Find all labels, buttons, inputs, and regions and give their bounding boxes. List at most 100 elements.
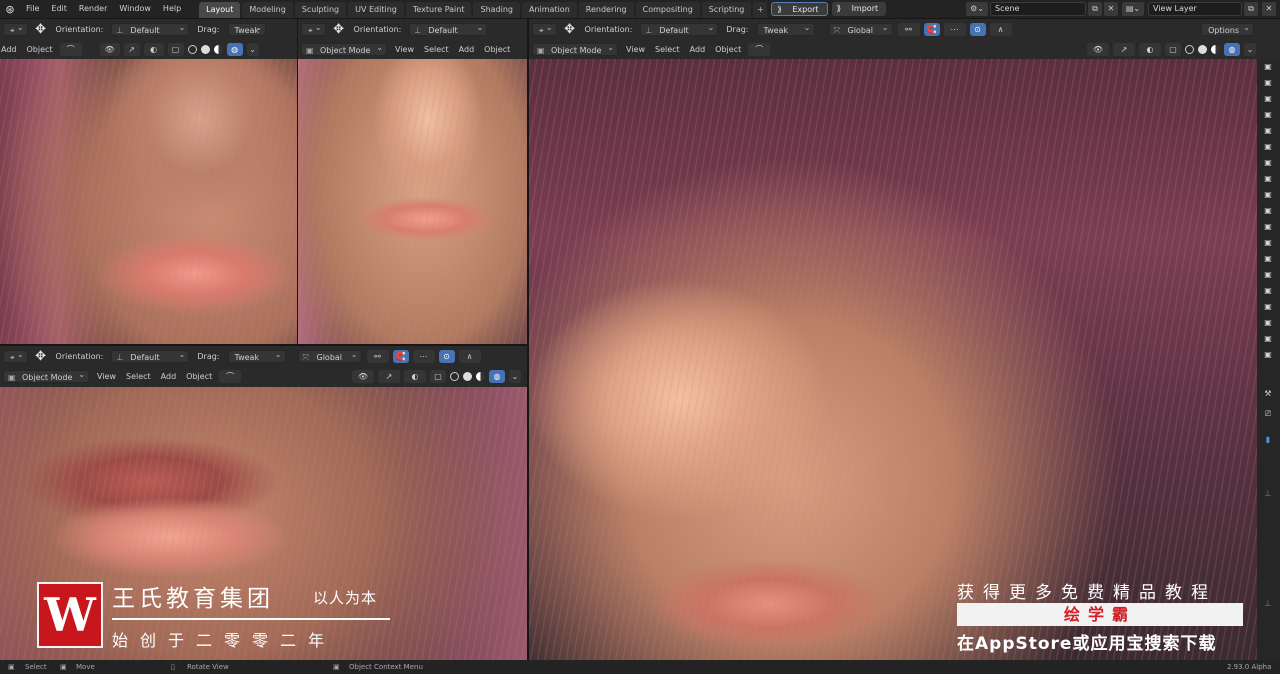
viewport-right-main[interactable] [529, 59, 1257, 660]
tl-drag-dropdown[interactable]: Tweak [227, 21, 267, 36]
tl-wireframe-icon[interactable] [187, 44, 197, 54]
camera-icon[interactable]: ▣ [1262, 158, 1274, 168]
tl-move-tool-icon[interactable]: ✥ [31, 22, 51, 37]
tab-layout[interactable]: Layout [199, 2, 241, 18]
camera-icon[interactable]: ▣ [1262, 206, 1274, 216]
tl-tool-select-icon[interactable]: ⌖ [3, 21, 28, 36]
tab-modeling[interactable]: Modeling [242, 2, 293, 18]
camera-icon[interactable]: ▣ [1262, 78, 1274, 88]
rv-proportional-edit-icon[interactable]: ⊙ [969, 22, 986, 36]
tc-object-menu[interactable]: Object [484, 45, 510, 54]
rv-view-menu[interactable]: View [626, 45, 645, 54]
delete-scene-icon[interactable]: ✕ [1104, 2, 1118, 16]
bl-xray-icon[interactable]: ▢ [430, 370, 446, 383]
menu-edit[interactable]: Edit [45, 0, 73, 18]
bl-select-menu[interactable]: Select [126, 372, 151, 381]
rv-pivot-icon[interactable]: ⚯ [897, 22, 920, 36]
rv-wireframe-icon[interactable] [1185, 44, 1194, 54]
bl-snap-icon[interactable]: 🧲 [392, 349, 409, 363]
scene-field[interactable]: Scene [990, 2, 1086, 16]
tab-texture-paint[interactable]: Texture Paint [405, 2, 472, 18]
rv-material-icon[interactable] [1211, 44, 1220, 54]
rv-add-menu[interactable]: Add [690, 45, 706, 54]
tl-gizmo-icon[interactable]: ↗ [123, 42, 140, 56]
camera-icon[interactable]: ▣ [1262, 62, 1274, 72]
camera-icon[interactable]: ▣ [1262, 334, 1274, 344]
bl-overlay-icon[interactable]: ◐ [404, 370, 426, 383]
tc-view-menu[interactable]: View [395, 45, 414, 54]
bl-orientation-dropdown[interactable]: ⊥ Default [111, 348, 190, 363]
rv-rendered-icon[interactable]: ◍ [1224, 42, 1240, 56]
bl-visibility-icon[interactable]: 👁 [352, 370, 374, 383]
view-layer-field[interactable]: View Layer [1148, 2, 1242, 16]
camera-icon[interactable]: ▣ [1262, 238, 1274, 248]
camera-icon[interactable]: ▣ [1262, 126, 1274, 136]
bl-mode-dropdown[interactable]: ▣ Object Mode [3, 368, 89, 383]
rv-move-tool-icon[interactable]: ✥ [560, 22, 580, 37]
rv-snap-target-icon[interactable]: ⋯ [943, 22, 966, 36]
camera-icon[interactable]: ▣ [1262, 222, 1274, 232]
tab-shading[interactable]: Shading [473, 2, 520, 18]
tc-orientation-dropdown[interactable]: ⊥ Default [409, 21, 488, 36]
rv-mode-dropdown[interactable]: ▣ Object Mode [532, 41, 618, 56]
camera-icon[interactable]: ▣ [1262, 142, 1274, 152]
tab-animation[interactable]: Animation [521, 2, 577, 18]
rv-gizmo-icon[interactable]: ↗ [1113, 42, 1135, 56]
add-workspace-icon[interactable]: + [753, 2, 768, 18]
rv-select-menu[interactable]: Select [655, 45, 680, 54]
tc-tool-select-icon[interactable]: ⌖ [301, 21, 326, 36]
blender-logo-icon[interactable]: ⊛ [0, 0, 20, 18]
tl-orientation-dropdown[interactable]: ⊥ Default [111, 21, 190, 36]
delete-view-layer-icon[interactable]: ✕ [1262, 2, 1276, 16]
bl-gizmo-icon[interactable]: ↗ [378, 370, 400, 383]
bl-transform-dropdown[interactable]: ⤧ Global [297, 348, 362, 363]
camera-icon[interactable]: ▣ [1262, 286, 1274, 296]
rv-proportional-icon[interactable]: ⌒ [748, 42, 771, 56]
rv-options-dropdown[interactable]: Options [1201, 21, 1254, 36]
viewport-top-left[interactable] [0, 59, 297, 344]
tl-xray-icon[interactable]: ▢ [167, 42, 184, 56]
tool-properties-icon[interactable]: ⚒ [1262, 389, 1274, 399]
bl-proportional-icon[interactable]: ⌒ [219, 370, 242, 383]
tab-rendering[interactable]: Rendering [578, 2, 634, 18]
tc-mode-dropdown[interactable]: ▣ Object Mode [301, 41, 387, 56]
tab-sculpting[interactable]: Sculpting [294, 2, 347, 18]
bl-pivot-icon[interactable]: ⚯ [366, 349, 389, 363]
bl-add-menu[interactable]: Add [161, 372, 177, 381]
rv-object-menu[interactable]: Object [715, 45, 741, 54]
render-properties-icon[interactable]: ⎚ [1262, 409, 1274, 419]
bl-wireframe-icon[interactable] [450, 372, 459, 381]
bl-move-tool-icon[interactable]: ✥ [31, 349, 51, 364]
rv-snap-icon[interactable]: 🧲 [923, 22, 940, 36]
tl-rendered-icon[interactable]: ◍ [226, 42, 243, 56]
camera-icon[interactable]: ▣ [1262, 254, 1274, 264]
object-properties-icon[interactable]: ▮ [1262, 435, 1274, 445]
camera-icon[interactable]: ▣ [1262, 270, 1274, 280]
tl-proportional-icon[interactable]: ⌒ [59, 42, 82, 56]
bl-solid-icon[interactable] [463, 372, 472, 381]
camera-icon[interactable]: ▣ [1262, 318, 1274, 328]
tl-add-menu[interactable]: Add [1, 45, 17, 54]
tl-object-menu[interactable]: Object [27, 45, 53, 54]
bl-shading-options-icon[interactable]: ⌄ [509, 370, 521, 383]
modifier-icon[interactable]: ⊥ [1262, 489, 1274, 499]
import-button[interactable]: ⟫ Import [831, 2, 887, 16]
rv-xray-icon[interactable]: ▢ [1165, 42, 1181, 56]
bl-snap-target-icon[interactable]: ⋯ [412, 349, 435, 363]
tc-move-tool-icon[interactable]: ✥ [329, 22, 349, 37]
camera-icon[interactable]: ▣ [1262, 110, 1274, 120]
tl-overlay-icon[interactable]: ◐ [143, 42, 164, 56]
menu-file[interactable]: File [20, 0, 45, 18]
tc-select-menu[interactable]: Select [424, 45, 449, 54]
tl-shading-options-icon[interactable]: ⌄ [246, 42, 259, 56]
bl-rendered-icon[interactable]: ◍ [489, 370, 505, 383]
camera-icon[interactable]: ▣ [1262, 174, 1274, 184]
menu-window[interactable]: Window [113, 0, 157, 18]
bl-material-icon[interactable] [476, 372, 485, 381]
tab-scripting[interactable]: Scripting [701, 2, 752, 18]
rv-falloff-icon[interactable]: ∧ [989, 22, 1012, 36]
constraint-icon[interactable]: ⊥ [1262, 599, 1274, 609]
camera-icon[interactable]: ▣ [1262, 350, 1274, 360]
rv-transform-dropdown[interactable]: ⤧ Global [828, 21, 893, 36]
bl-object-menu[interactable]: Object [186, 372, 212, 381]
